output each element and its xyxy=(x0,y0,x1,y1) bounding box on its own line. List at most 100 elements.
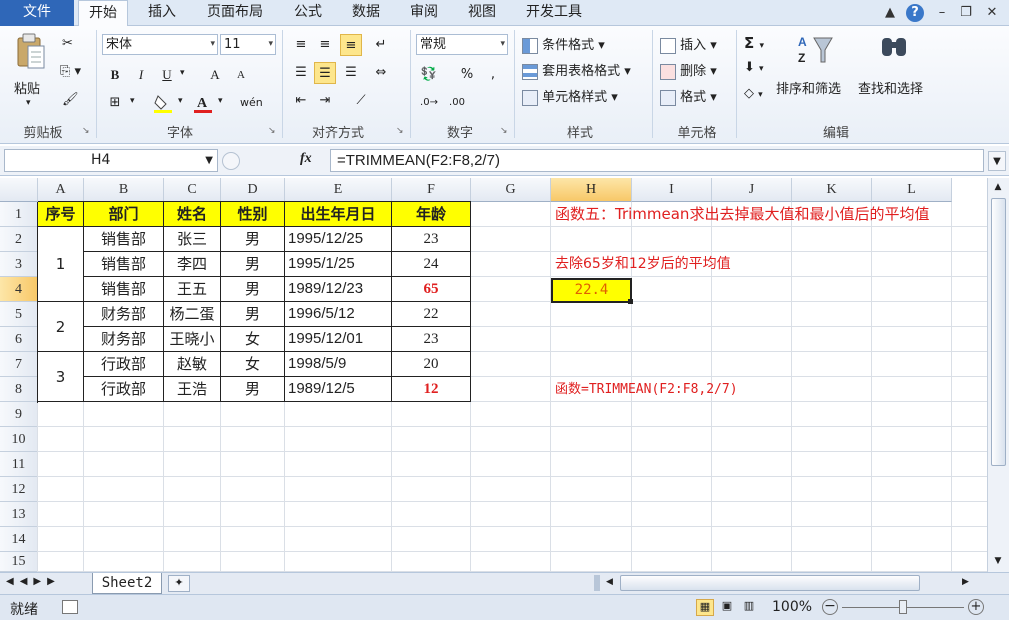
formula-bar-resize-icon[interactable] xyxy=(222,152,240,170)
zoom-level[interactable]: 100% xyxy=(772,599,812,615)
grow-font-button[interactable]: A xyxy=(204,64,226,86)
number-format-dropdown-icon[interactable]: ▾ xyxy=(500,35,505,54)
bold-button[interactable]: B xyxy=(104,64,126,86)
paste-button[interactable]: 粘贴 xyxy=(14,78,40,97)
number-format-combo[interactable]: 常规 ▾ xyxy=(416,34,508,55)
table-cell-gender[interactable]: 男 xyxy=(221,277,285,302)
name-box-dropdown-icon[interactable]: ▼ xyxy=(205,150,213,171)
scroll-up-icon[interactable]: ▲ xyxy=(991,182,1005,192)
tab-review[interactable]: 审阅 xyxy=(398,0,450,26)
insert-function-button[interactable]: fx xyxy=(300,151,312,167)
row-header-11[interactable]: 11 xyxy=(0,452,38,477)
row-header-5[interactable]: 5 xyxy=(0,302,38,327)
tab-split-handle[interactable] xyxy=(594,575,600,591)
column-header-e[interactable]: E xyxy=(285,178,392,202)
autosum-button[interactable]: Σ ▾ xyxy=(744,34,764,52)
fill-icon[interactable]: ⬇ ▾ xyxy=(744,60,764,75)
tab-insert[interactable]: 插入 xyxy=(136,0,188,26)
scroll-right-icon[interactable]: ▶ xyxy=(962,577,972,587)
row-header-4[interactable]: 4 xyxy=(0,277,38,302)
table-cell-gender[interactable]: 男 xyxy=(221,302,285,327)
alignment-launcher-icon[interactable]: ↘ xyxy=(396,126,404,136)
window-minimize-icon[interactable]: – xyxy=(932,3,952,23)
ribbon-minimize-icon[interactable]: ▲ xyxy=(880,3,900,23)
group-index-cell[interactable]: 2 xyxy=(38,302,84,352)
increase-decimal-icon[interactable]: .0→ xyxy=(418,92,440,114)
underline-button[interactable]: U xyxy=(156,64,178,86)
decrease-decimal-icon[interactable]: .00 xyxy=(446,92,468,114)
clipboard-launcher-icon[interactable]: ↘ xyxy=(82,126,90,136)
column-header-h[interactable]: H xyxy=(551,178,632,202)
vertical-scroll-thumb[interactable] xyxy=(991,198,1006,466)
borders-dropdown-icon[interactable]: ▾ xyxy=(130,96,135,106)
header-cell-age[interactable]: 年龄 xyxy=(392,202,471,227)
table-cell-birthdate[interactable]: 1995/1/25 xyxy=(285,252,392,277)
group-index-cell[interactable]: 3 xyxy=(38,352,84,402)
table-cell-gender[interactable]: 男 xyxy=(221,227,285,252)
table-cell-department[interactable]: 销售部 xyxy=(84,227,164,252)
table-cell-age[interactable]: 20 xyxy=(392,352,471,377)
column-header-j[interactable]: J xyxy=(712,178,792,202)
column-header-g[interactable]: G xyxy=(471,178,551,202)
table-cell-name[interactable]: 张三 xyxy=(164,227,221,252)
zoom-slider-thumb[interactable] xyxy=(899,600,907,614)
decrease-indent-icon[interactable]: ⇤ xyxy=(290,90,312,112)
worksheet-grid[interactable]: ABCDEFGHIJKL 1 2 3 4 5 6 7 8 9 10 11 12 13 14 15 序号 部门… xyxy=(0,178,987,572)
table-cell-department[interactable]: 销售部 xyxy=(84,277,164,302)
find-select-button[interactable]: 查找和选择 xyxy=(858,78,923,97)
header-cell-birthdate[interactable]: 出生年月日 xyxy=(285,202,392,227)
page-break-view-icon[interactable]: ▥ xyxy=(740,599,758,616)
row-header-15[interactable]: 15 xyxy=(0,552,38,572)
row-header-9[interactable]: 9 xyxy=(0,402,38,427)
help-icon[interactable]: ? xyxy=(906,4,924,22)
table-cell-name[interactable]: 王晓小 xyxy=(164,327,221,352)
insert-sheet-icon[interactable]: ✦ xyxy=(168,575,190,592)
result-cell-h4[interactable]: 22.4 xyxy=(551,278,632,303)
row-header-12[interactable]: 12 xyxy=(0,477,38,502)
tab-data[interactable]: 数据 xyxy=(340,0,392,26)
table-cell-department[interactable]: 行政部 xyxy=(84,352,164,377)
zoom-out-icon[interactable]: − xyxy=(822,599,838,615)
formula-input[interactable]: =TRIMMEAN(F2:F8,2/7) xyxy=(330,149,984,172)
table-cell-name[interactable]: 杨二蛋 xyxy=(164,302,221,327)
tab-developer[interactable]: 开发工具 xyxy=(514,0,594,26)
note-description[interactable]: 去除65岁和12岁后的平均值 xyxy=(555,252,815,276)
fill-color-dropdown-icon[interactable]: ▾ xyxy=(178,96,183,106)
tab-home[interactable]: 开始 xyxy=(78,0,128,27)
tab-view[interactable]: 视图 xyxy=(456,0,508,26)
tab-file[interactable]: 文件 xyxy=(0,0,74,26)
page-layout-view-icon[interactable]: ▣ xyxy=(718,599,736,616)
column-header-b[interactable]: B xyxy=(84,178,164,202)
phonetic-icon[interactable]: wén xyxy=(240,92,263,114)
cell-styles-button[interactable]: 单元格样式 ▾ xyxy=(522,86,618,106)
scroll-down-icon[interactable]: ▼ xyxy=(991,556,1005,566)
group-index-cell[interactable]: 1 xyxy=(38,227,84,302)
sheet-nav-icon[interactable]: ◀◀▶▶ xyxy=(6,576,61,587)
column-header-d[interactable]: D xyxy=(221,178,285,202)
comma-style-button[interactable]: , xyxy=(482,64,504,86)
insert-cells-button[interactable]: 插入 ▾ xyxy=(660,34,717,54)
align-middle-icon[interactable]: ≡ xyxy=(314,34,336,56)
row-header-3[interactable]: 3 xyxy=(0,252,38,277)
font-name-dropdown-icon[interactable]: ▾ xyxy=(210,35,215,54)
table-cell-name[interactable]: 赵敏 xyxy=(164,352,221,377)
table-cell-birthdate[interactable]: 1995/12/01 xyxy=(285,327,392,352)
row-header-14[interactable]: 14 xyxy=(0,527,38,552)
italic-button[interactable]: I xyxy=(130,64,152,86)
header-cell-name[interactable]: 姓名 xyxy=(164,202,221,227)
align-right-icon[interactable]: ☰ xyxy=(340,62,362,84)
window-restore-icon[interactable]: ❐ xyxy=(956,3,976,23)
fill-handle[interactable] xyxy=(628,299,633,304)
name-box[interactable]: H4 ▼ xyxy=(4,149,218,172)
table-cell-age[interactable]: 23 xyxy=(392,227,471,252)
sort-filter-button[interactable]: 排序和筛选 xyxy=(776,78,841,97)
font-size-combo[interactable]: 11 ▾ xyxy=(220,34,276,55)
table-cell-birthdate[interactable]: 1998/5/9 xyxy=(285,352,392,377)
sheet-tab-sheet2[interactable]: Sheet2 xyxy=(92,573,162,594)
find-select-icon[interactable] xyxy=(878,32,912,70)
font-launcher-icon[interactable]: ↘ xyxy=(268,126,276,136)
table-cell-birthdate[interactable]: 1996/5/12 xyxy=(285,302,392,327)
table-cell-name[interactable]: 李四 xyxy=(164,252,221,277)
cut-icon[interactable]: ✂ xyxy=(62,36,73,51)
horizontal-scroll-thumb[interactable] xyxy=(620,575,920,591)
